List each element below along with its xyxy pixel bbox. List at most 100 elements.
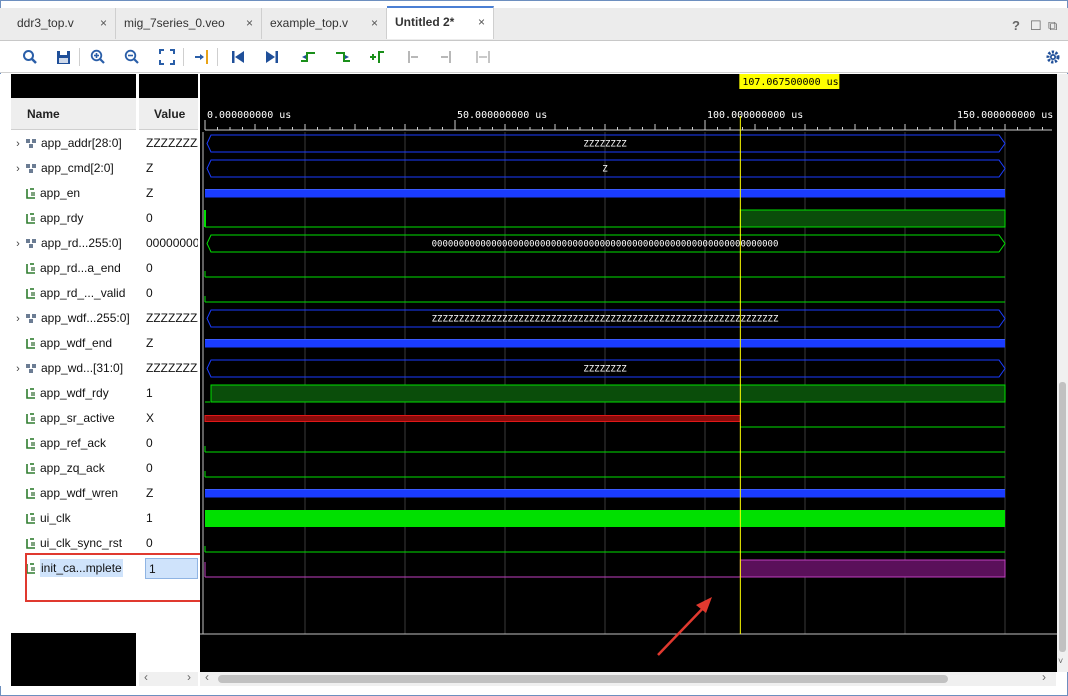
signal-row[interactable]: app_zq_ack <box>11 456 136 481</box>
next-transition-icon[interactable] <box>333 47 353 67</box>
zoom-in-icon[interactable] <box>88 47 108 67</box>
previous-transition-icon[interactable] <box>298 47 318 67</box>
swap-cursors-icon[interactable] <box>473 47 493 67</box>
name-column-header[interactable]: Name <box>11 98 136 130</box>
signal-value: 0 <box>146 461 153 475</box>
vertical-scrollbar[interactable]: ˅ <box>1057 74 1068 672</box>
value-column-header[interactable]: Value <box>139 98 198 130</box>
scroll-thumb[interactable] <box>218 675 948 683</box>
signal-name: app_wdf_end <box>40 336 113 350</box>
signal-name: ui_clk <box>40 511 71 525</box>
signal-row[interactable]: app_rdy <box>11 206 136 231</box>
bit-signal-icon <box>25 411 40 425</box>
restore-icon[interactable]: ☐ <box>1030 18 1042 34</box>
bit-signal-icon <box>25 536 40 550</box>
high-waveform <box>210 384 1006 403</box>
bus-value-label: ZZZZZZZZ <box>583 140 627 150</box>
tab-ddr3-top[interactable]: ddr3_top.v × <box>9 8 116 39</box>
bit-signal-icon <box>25 261 40 275</box>
signal-row[interactable]: app_ref_ack <box>11 431 136 456</box>
name-pane-top <box>11 74 136 98</box>
toolbar-separator <box>183 48 184 66</box>
expand-chevron-icon[interactable]: › <box>11 232 25 256</box>
go-to-cursor-icon[interactable] <box>192 47 212 67</box>
expand-chevron-icon[interactable]: › <box>11 357 25 381</box>
zoom-out-icon[interactable] <box>122 47 142 67</box>
tab-label: mig_7series_0.veo <box>124 16 225 30</box>
scroll-right-icon[interactable]: › <box>187 670 191 684</box>
tab-mig-7series[interactable]: mig_7series_0.veo × <box>116 8 262 39</box>
tab-example-top[interactable]: example_top.v × <box>262 8 387 39</box>
signal-value: Z <box>146 186 154 200</box>
bit-signal-icon <box>25 486 40 500</box>
go-to-end-icon[interactable] <box>262 47 282 67</box>
signal-value: Z <box>146 336 154 350</box>
signal-name: app_addr[28:0] <box>41 136 122 150</box>
signal-row[interactable]: app_sr_active <box>11 406 136 431</box>
bit-signal-icon <box>25 211 40 225</box>
clock-waveform <box>205 510 1005 527</box>
signal-row[interactable]: app_wdf_wren <box>11 481 136 506</box>
signal-row[interactable]: app_wdf_rdy <box>11 381 136 406</box>
signal-value: Z <box>146 161 154 175</box>
scroll-thumb[interactable] <box>1059 382 1066 652</box>
z-waveform <box>205 339 1005 348</box>
save-icon[interactable] <box>53 47 73 67</box>
signal-row[interactable]: app_rd_..._valid <box>11 281 136 306</box>
z-waveform <box>205 189 1005 198</box>
bit-signal-icon <box>25 386 40 400</box>
expand-chevron-icon[interactable]: › <box>11 157 25 181</box>
bus-value-label: ZZZZZZZZZZZZZZZZZZZZZZZZZZZZZZZZZZZZZZZZ… <box>432 315 779 325</box>
signal-value: 0 <box>146 436 153 450</box>
scroll-left-icon[interactable]: ‹ <box>144 670 148 684</box>
add-marker-icon[interactable] <box>367 47 387 67</box>
bit-signal-icon <box>25 336 40 350</box>
signal-row[interactable]: › app_wd...[31:0] <box>11 356 136 381</box>
bus-value-label: 0000000000000000000000000000000000000000… <box>432 240 779 250</box>
signal-row[interactable]: › app_wdf...255:0] <box>11 306 136 331</box>
previous-marker-icon[interactable] <box>402 47 422 67</box>
x-waveform <box>204 415 741 422</box>
signal-row[interactable]: › app_addr[28:0] <box>11 131 136 156</box>
settings-icon[interactable] <box>1043 47 1063 67</box>
horizontal-scrollbar[interactable]: ‹ › <box>200 670 1056 686</box>
signal-name: app_rdy <box>40 211 84 225</box>
close-icon[interactable]: × <box>371 8 378 38</box>
highlight-box <box>25 553 220 602</box>
signal-row[interactable]: ui_clk <box>11 506 136 531</box>
zoom-fit-icon[interactable] <box>157 47 177 67</box>
bit-signal-icon <box>25 511 40 525</box>
bus-signal-icon <box>25 161 41 175</box>
close-icon[interactable]: × <box>100 8 107 38</box>
bit-signal-icon <box>25 461 40 475</box>
signal-name: app_zq_ack <box>40 461 105 475</box>
go-to-start-icon[interactable] <box>228 47 248 67</box>
search-icon[interactable] <box>20 47 40 67</box>
expand-chevron-icon[interactable]: › <box>11 132 25 156</box>
signal-row[interactable]: › app_cmd[2:0] <box>11 156 136 181</box>
waveform-canvas[interactable]: 0.000000000 us 50.000000000 us 100.0000000… <box>200 74 1057 672</box>
signal-row[interactable]: app_en <box>11 181 136 206</box>
scroll-right-icon[interactable]: › <box>1042 670 1046 684</box>
float-window-icon[interactable]: ⧉ <box>1048 18 1057 34</box>
signal-row[interactable]: › app_rd...255:0] <box>11 231 136 256</box>
bus-signal-icon <box>25 361 41 375</box>
next-marker-icon[interactable] <box>437 47 457 67</box>
tab-label: ddr3_top.v <box>17 16 74 30</box>
signal-name: app_en <box>40 186 81 200</box>
expand-chevron-icon[interactable]: › <box>11 307 25 331</box>
value-scrollbar[interactable]: ‹ › <box>139 670 198 686</box>
signal-row[interactable]: app_wdf_end <box>11 331 136 356</box>
tab-untitled-2[interactable]: Untitled 2* × <box>387 6 494 39</box>
help-icon[interactable]: ? <box>1012 18 1020 33</box>
close-icon[interactable]: × <box>478 8 485 36</box>
scroll-left-icon[interactable]: ‹ <box>205 670 209 684</box>
high-waveform <box>739 209 1006 228</box>
signal-row[interactable]: app_rd...a_end <box>11 256 136 281</box>
bus-signal-icon <box>25 236 41 250</box>
scroll-down-icon[interactable]: ˅ <box>1058 656 1063 666</box>
signal-name: app_wd...[31:0] <box>41 361 124 375</box>
bus-value-label: ZZZZZZZZ <box>583 365 627 375</box>
close-icon[interactable]: × <box>246 8 253 38</box>
signal-name: app_wdf...255:0] <box>41 311 130 325</box>
